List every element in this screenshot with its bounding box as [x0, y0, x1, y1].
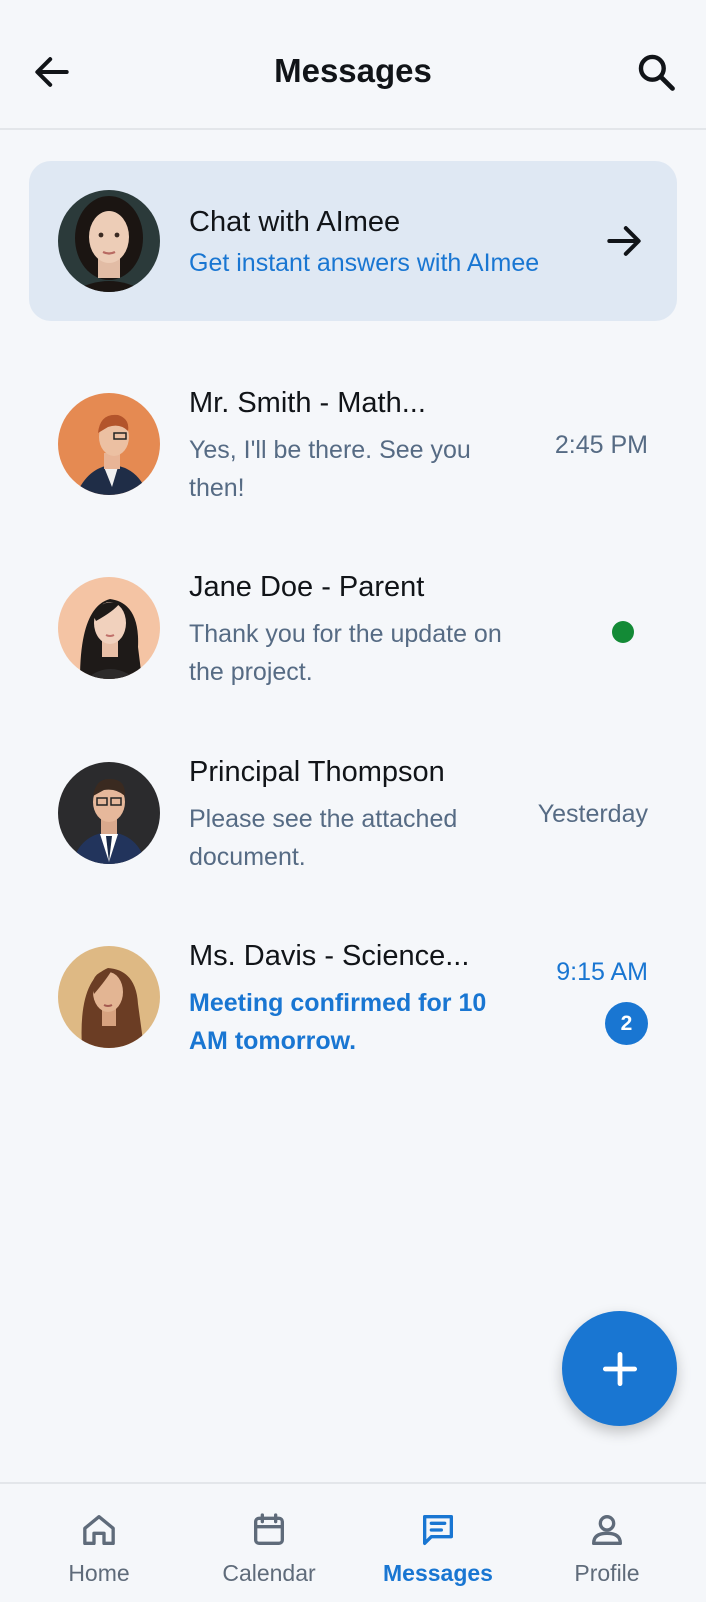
search-icon: [638, 54, 675, 91]
message-preview: Yes, I'll be there. See you then!: [189, 436, 471, 502]
conversation-row[interactable]: Ms. Davis - Science... Meeting confirmed…: [0, 940, 706, 1121]
conversation-row[interactable]: Principal Thompson Please see the attach…: [0, 756, 706, 937]
person-icon: [592, 1515, 622, 1545]
chat-icon: [423, 1515, 453, 1545]
conversation-row[interactable]: Jane Doe - Parent Thank you for the upda…: [0, 571, 706, 752]
calendar-icon: [254, 1513, 284, 1545]
unread-count-badge: 2: [605, 1002, 648, 1045]
message-time: Yesterday: [537, 800, 648, 828]
nav-label: Home: [68, 1560, 130, 1586]
contact-name: Mr. Smith - Math...: [189, 387, 426, 419]
bottom-navigation: Home Calendar Messages Profile: [0, 1482, 706, 1600]
nav-messages[interactable]: Messages: [350, 1484, 526, 1602]
aimee-avatar: [58, 190, 160, 292]
online-status-dot: [612, 621, 634, 643]
message-time: 2:45 PM: [554, 431, 648, 459]
contact-name: Ms. Davis - Science...: [189, 940, 470, 972]
avatar: [58, 762, 160, 864]
nav-label: Profile: [574, 1560, 640, 1586]
message-preview: Meeting confirmed for 10 AM tomorrow.: [189, 989, 487, 1055]
nav-label: Calendar: [222, 1560, 316, 1586]
home-icon: [83, 1515, 115, 1545]
nav-label: Messages: [383, 1560, 493, 1586]
page-title: Messages: [274, 52, 432, 89]
search-button[interactable]: [634, 50, 678, 94]
nav-home[interactable]: Home: [11, 1484, 187, 1602]
message-preview: Thank you for the update on the project.: [189, 620, 502, 686]
avatar: [58, 577, 160, 679]
arrow-right-icon: [607, 226, 641, 256]
message-time: 9:15 AM: [556, 958, 648, 986]
new-message-button[interactable]: [562, 1311, 677, 1426]
ai-chat-title: Chat with AImee: [189, 206, 401, 238]
avatar: [58, 393, 160, 495]
nav-profile[interactable]: Profile: [519, 1484, 695, 1602]
contact-name: Principal Thompson: [189, 756, 445, 788]
ai-chat-arrow[interactable]: [602, 219, 646, 263]
conversation-row[interactable]: Mr. Smith - Math... Yes, I'll be there. …: [0, 387, 706, 568]
nav-calendar[interactable]: Calendar: [181, 1484, 357, 1602]
ai-chat-subtitle: Get instant answers with AImee: [189, 249, 540, 277]
app-header: Messages: [0, 0, 706, 130]
avatar: [58, 946, 160, 1048]
plus-icon: [602, 1351, 637, 1386]
message-preview: Please see the attached document.: [189, 805, 458, 871]
contact-name: Jane Doe - Parent: [189, 571, 425, 603]
ai-chat-card[interactable]: Chat with AImee Get instant answers with…: [29, 161, 677, 321]
